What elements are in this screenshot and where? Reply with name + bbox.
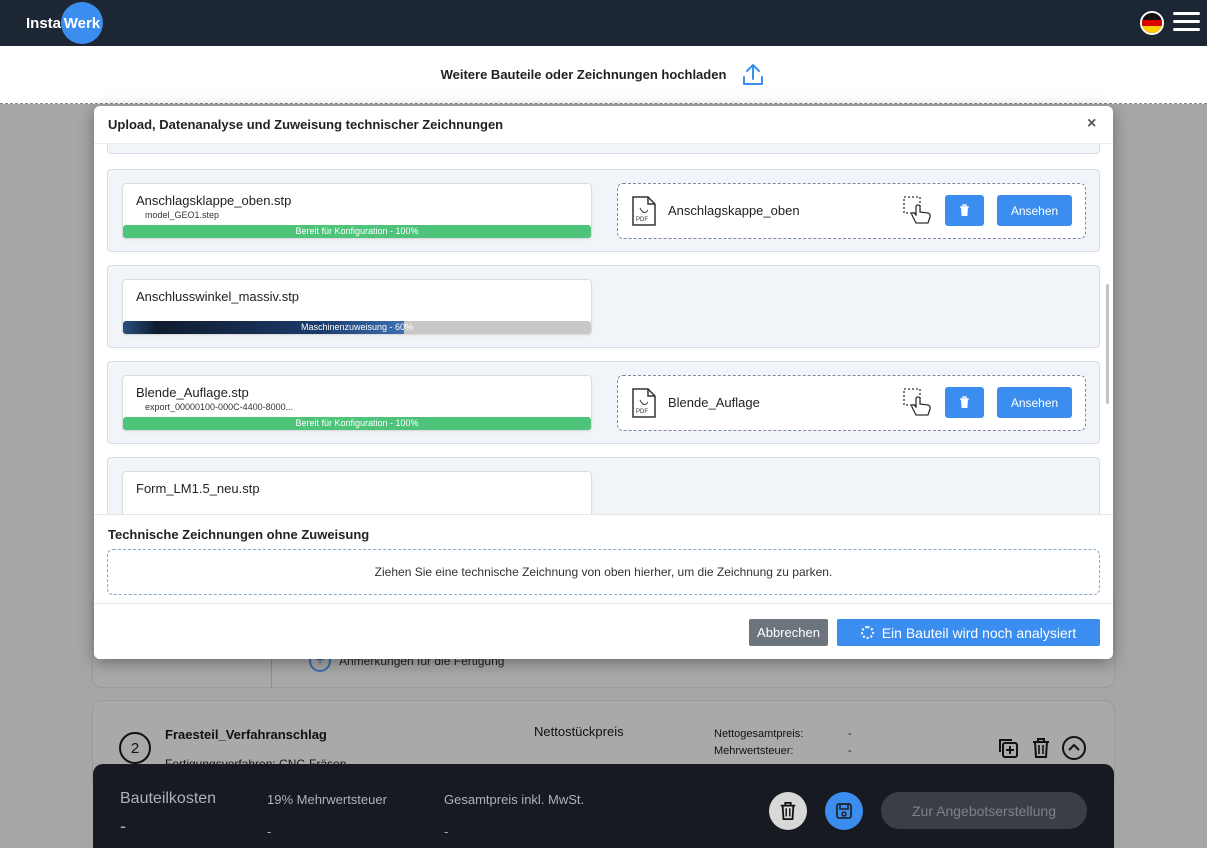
delete-drawing-button[interactable] (945, 387, 984, 418)
file-sub-name: model_GEO1.step (145, 210, 220, 220)
view-drawing-button[interactable]: Ansehen (997, 387, 1072, 418)
vat-value: - (848, 745, 852, 757)
save-icon (836, 803, 852, 819)
view-drawing-button[interactable]: Ansehen (997, 195, 1072, 226)
total-price-value: - (444, 824, 449, 839)
status-text: Maschinenzuweisung - 60% (300, 322, 414, 332)
german-flag-icon[interactable] (1140, 11, 1164, 35)
drawing-name: Anschlagskappe_oben (668, 203, 800, 218)
file-name: Anschlusswinkel_massiv.stp (136, 289, 300, 304)
list-item: Anschlusswinkel_massiv.stp Maschinenzuwe… (107, 265, 1100, 348)
cost-bottom-bar: Bauteilkosten - 19% Mehrwertsteuer - Ges… (93, 764, 1114, 848)
file-name: Blende_Auflage.stp (136, 385, 249, 400)
hamburger-menu-icon[interactable] (1173, 12, 1200, 32)
netto-unit-price-label: Nettostückpreis (534, 724, 624, 739)
create-offer-button[interactable]: Zur Angebotserstellung (881, 792, 1087, 829)
duplicate-icon[interactable] (996, 736, 1020, 760)
file-sub-name: export_00000100-000C-4400-8000... (145, 402, 294, 412)
trash-icon (960, 204, 969, 216)
list-item: Anschlagsklappe_oben.stp model_GEO1.step… (107, 169, 1100, 252)
part-actions (996, 736, 1086, 760)
unassigned-drawings-section: Technische Zeichnungen ohne Zuweisung Zi… (94, 514, 1113, 604)
status-text: Bereit für Konfiguration - 100% (295, 226, 419, 236)
list-item: Blende_Auflage.stp export_00000100-000C-… (107, 361, 1100, 444)
part-number-badge: 2 (119, 732, 151, 764)
drawing-name: Blende_Auflage (668, 395, 760, 410)
modal-header: Upload, Datenanalyse und Zuweisung techn… (94, 106, 1113, 144)
status-progress-bar: Bereit für Konfiguration - 100% (123, 417, 591, 430)
svg-text:PDF: PDF (636, 217, 648, 223)
pdf-file-icon: PDF (632, 196, 656, 226)
svg-text:PDF: PDF (636, 409, 648, 415)
vat-summary-label: 19% Mehrwertsteuer (267, 792, 387, 807)
analyzing-status-button[interactable]: Ein Bauteil wird noch analysiert (837, 619, 1100, 646)
upload-icon[interactable] (740, 62, 766, 88)
vat-summary-value: - (267, 824, 272, 839)
file-card[interactable]: Anschlusswinkel_massiv.stp Maschinenzuwe… (122, 279, 592, 335)
collapse-chevron-icon[interactable] (1062, 736, 1086, 760)
assigned-drawing[interactable]: PDF Anschlagskappe_oben Ansehen (617, 183, 1086, 239)
instawerk-logo[interactable]: Insta Werk (26, 0, 104, 46)
assigned-drawing[interactable]: PDF Blende_Auflage Ansehen (617, 375, 1086, 431)
clear-cart-button[interactable] (769, 792, 807, 830)
save-cart-button[interactable] (825, 792, 863, 830)
upload-label: Weitere Bauteile oder Zeichnungen hochla… (440, 67, 727, 82)
drawing-drop-zone[interactable]: Ziehen Sie eine technische Zeichnung von… (107, 549, 1100, 595)
file-card[interactable]: Form_LM1.5_neu.stp (122, 471, 592, 514)
modal-footer: Abbrechen Ein Bauteil wird noch analysie… (94, 603, 1113, 659)
list-scrollbar[interactable] (1106, 284, 1109, 404)
part-title: Fraesteil_Verfahranschlag (165, 727, 327, 742)
file-card[interactable]: Blende_Auflage.stp export_00000100-000C-… (122, 375, 592, 431)
drag-handle-icon[interactable] (902, 387, 934, 419)
drag-handle-icon[interactable] (902, 195, 934, 227)
netto-total-label: Nettogesamtpreis: (714, 728, 804, 740)
trash-icon[interactable] (1029, 736, 1053, 760)
trash-icon (960, 396, 969, 408)
analyzing-label: Ein Bauteil wird noch analysiert (881, 624, 1077, 641)
vat-label: Mehrwertsteuer: (714, 745, 794, 757)
price-summary: Nettogesamtpreis: - Mehrwertsteuer: - (714, 726, 852, 760)
loading-spinner-icon (860, 626, 874, 639)
file-card[interactable]: Anschlagsklappe_oben.stp model_GEO1.step… (122, 183, 592, 239)
list-row-partial (107, 144, 1100, 154)
status-progress-bar: Maschinenzuweisung - 60% (123, 321, 591, 334)
file-list: Anschlagsklappe_oben.stp model_GEO1.step… (94, 144, 1113, 514)
top-navbar: Insta Werk (0, 0, 1207, 46)
part-cost-label: Bauteilkosten (120, 790, 217, 807)
part-cost-value: - (120, 816, 126, 836)
modal-title: Upload, Datenanalyse und Zuweisung techn… (108, 117, 504, 132)
file-name: Form_LM1.5_neu.stp (136, 481, 260, 496)
pdf-file-icon: PDF (632, 388, 656, 418)
logo-text-werk: Werk (61, 2, 104, 44)
list-item: Form_LM1.5_neu.stp (107, 457, 1100, 514)
close-icon[interactable]: × (1087, 115, 1096, 133)
upload-strip[interactable]: Weitere Bauteile oder Zeichnungen hochla… (0, 46, 1207, 104)
trash-icon (780, 802, 796, 820)
status-text: Bereit für Konfiguration - 100% (295, 418, 419, 428)
file-name: Anschlagsklappe_oben.stp (136, 193, 292, 208)
logo-text-insta: Insta (26, 14, 62, 32)
unassigned-title: Technische Zeichnungen ohne Zuweisung (108, 527, 370, 542)
delete-drawing-button[interactable] (945, 195, 984, 226)
total-price-label: Gesamtpreis inkl. MwSt. (444, 792, 585, 807)
upload-modal: Upload, Datenanalyse und Zuweisung techn… (94, 106, 1113, 659)
cancel-button[interactable]: Abbrechen (749, 619, 828, 646)
netto-total-value: - (848, 728, 852, 740)
status-progress-bar: Bereit für Konfiguration - 100% (123, 225, 591, 238)
